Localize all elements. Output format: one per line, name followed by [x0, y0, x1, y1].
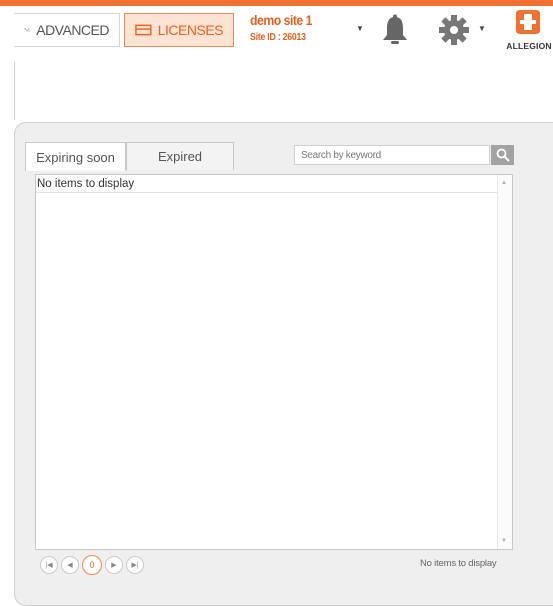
tab-expiring-soon-label: Expiring soon	[36, 149, 115, 165]
allegion-logo-icon	[516, 10, 540, 34]
bell-icon	[383, 14, 407, 44]
next-page-button[interactable]: ▶	[105, 556, 123, 574]
first-page-button[interactable]: |◀	[40, 556, 58, 574]
license-card-icon	[135, 24, 152, 36]
grid-row-divider	[36, 192, 498, 193]
allegion-logo: ALLEGION	[498, 10, 553, 51]
pager: |◀ ◀ 0 ▶ ▶|	[40, 555, 144, 575]
scroll-up-icon[interactable]: ▲	[501, 180, 507, 186]
settings-dropdown-icon[interactable]: ▼	[478, 24, 486, 33]
tab-expired-label: Expired	[157, 149, 203, 164]
site-selector[interactable]: demo site 1 Site ID : 26013	[250, 12, 320, 43]
notifications-button[interactable]	[380, 14, 410, 51]
header-divider	[14, 62, 15, 120]
advanced-button[interactable]: ADVANCED	[14, 13, 120, 47]
current-page-number: 0	[89, 560, 95, 570]
licenses-button[interactable]: LICENSES	[124, 13, 234, 47]
tools-icon	[24, 27, 30, 32]
search-button[interactable]	[491, 145, 514, 165]
first-page-icon: |◀	[45, 562, 53, 569]
site-name: demo site 1	[250, 12, 313, 28]
search-input[interactable]	[294, 145, 490, 165]
gear-icon	[439, 15, 469, 45]
site-id: Site ID : 26013	[250, 32, 306, 43]
tab-expired[interactable]: Expired	[126, 142, 234, 170]
search-box	[294, 145, 514, 165]
current-page-button[interactable]: 0	[82, 555, 102, 575]
settings-button[interactable]	[438, 14, 470, 51]
previous-page-button[interactable]: ◀	[61, 556, 79, 574]
next-page-icon: ▶	[111, 562, 117, 569]
last-page-button[interactable]: ▶|	[126, 556, 144, 574]
grid-scrollbar[interactable]: ▲ ▼	[497, 175, 512, 549]
licenses-grid: No items to display ▲ ▼	[35, 174, 513, 550]
logo-text: ALLEGION	[506, 41, 552, 51]
previous-page-icon: ◀	[67, 562, 73, 569]
pager-status: No items to display	[420, 558, 497, 569]
scroll-down-icon[interactable]: ▼	[501, 538, 507, 544]
tab-expiring-soon[interactable]: Expiring soon	[25, 142, 126, 171]
search-icon	[496, 148, 510, 162]
advanced-label: ADVANCED	[36, 22, 109, 38]
last-page-icon: ▶|	[131, 562, 139, 569]
site-dropdown-icon[interactable]: ▼	[356, 24, 364, 33]
licenses-label: LICENSES	[157, 22, 224, 38]
grid-empty-message: No items to display	[37, 178, 135, 190]
